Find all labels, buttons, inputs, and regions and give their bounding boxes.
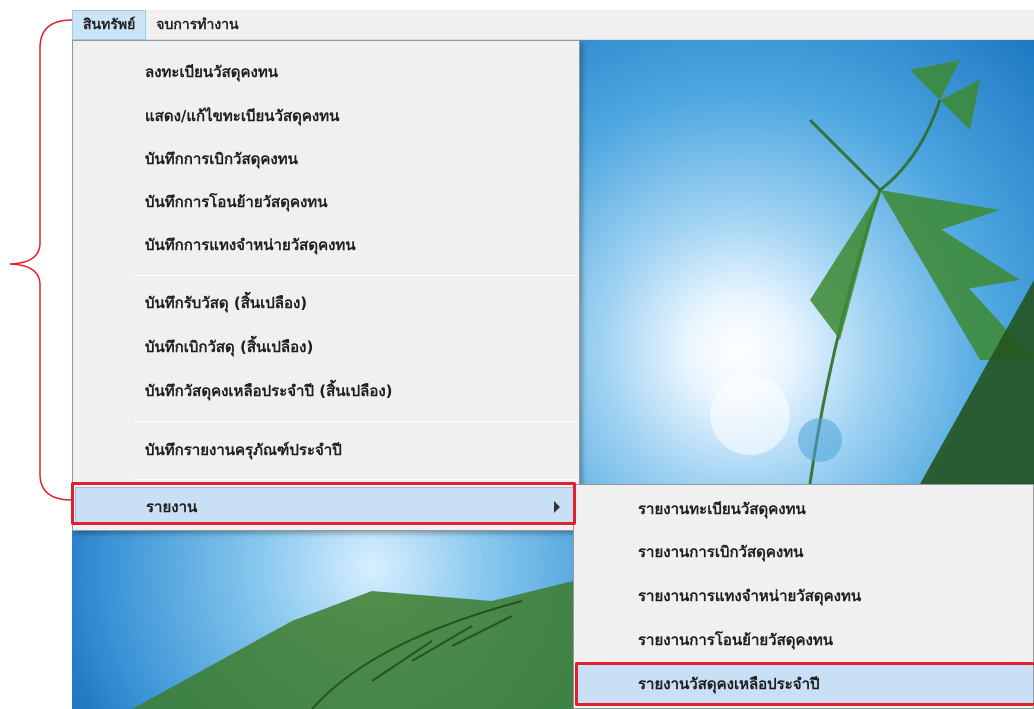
menu-item-withdraw-durables[interactable]: บันทึกการเบิกวัสดุคงทน: [75, 140, 577, 178]
menu-item-dispose-durables[interactable]: บันทึกการแทงจำหน่ายวัสดุคงทน: [75, 226, 577, 264]
submenu-item-durables-dispose-report[interactable]: รายงานการแทงจำหน่ายวัสดุคงทน: [576, 576, 1033, 616]
menu-item-receive-supplies[interactable]: บันทึกรับวัสดุ (สิ้นเปลือง): [75, 284, 577, 322]
menu-assets[interactable]: สินทรัพย์: [72, 10, 147, 40]
submenu-item-durables-register-report[interactable]: รายงานทะเบียนวัสดุคงทน: [576, 489, 1033, 529]
menu-separator: [133, 479, 577, 480]
assets-dropdown-menu: ลงทะเบียนวัสดุคงทน แสดง/แก้ไขทะเบียนวัสด…: [72, 40, 580, 531]
background-image: [580, 40, 1034, 484]
palm-leaves-lower-graphic: [132, 581, 573, 709]
palm-leaves-graphic: [710, 60, 1034, 484]
callout-annual-remaining-box: [575, 662, 1034, 706]
submenu-item-durables-withdraw-report[interactable]: รายงานการเบิกวัสดุคงทน: [576, 532, 1033, 572]
callout-reports-box: [71, 482, 576, 525]
menu-item-withdraw-supplies[interactable]: บันทึกเบิกวัสดุ (สิ้นเปลือง): [75, 328, 577, 366]
menu-bar: สินทรัพย์ จบการทำงาน: [72, 10, 1034, 40]
curly-brace-annotation: [9, 19, 73, 501]
menu-item-annual-equipment-report[interactable]: บันทึกรายงานครุภัณฑ์ประจำปี: [75, 431, 577, 469]
menu-item-register-durables[interactable]: ลงทะเบียนวัสดุคงทน: [75, 53, 577, 91]
menu-separator: [133, 421, 577, 422]
menu-separator: [133, 275, 577, 276]
submenu-item-durables-transfer-report[interactable]: รายงานการโอนย้ายวัสดุคงทน: [576, 620, 1033, 660]
menu-item-annual-supplies[interactable]: บันทึกวัสดุคงเหลือประจำปี (สิ้นเปลือง): [75, 372, 577, 410]
menu-item-transfer-durables[interactable]: บันทึกการโอนย้ายวัสดุคงทน: [75, 183, 577, 221]
background-image-lower: [72, 531, 573, 709]
menu-exit[interactable]: จบการทำงาน: [146, 10, 248, 40]
menu-item-edit-durables[interactable]: แสดง/แก้ไขทะเบียนวัสดุคงทน: [75, 97, 577, 135]
